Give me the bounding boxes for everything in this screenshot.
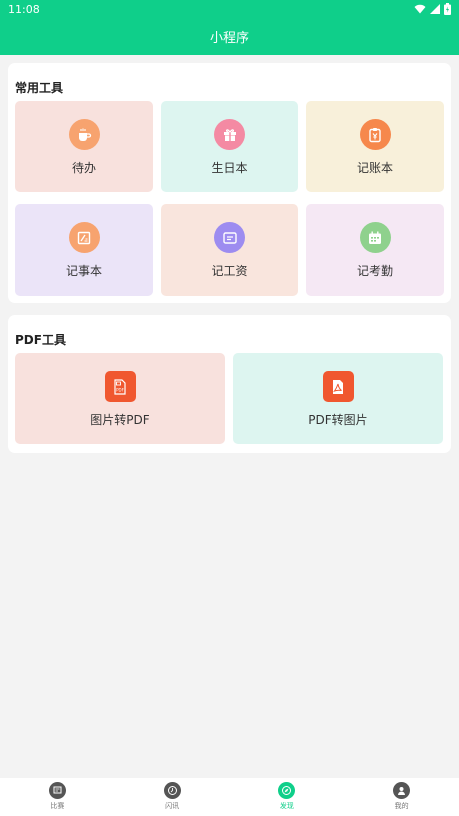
user-icon — [393, 782, 411, 799]
tool-ledger[interactable]: 记账本 — [306, 101, 444, 192]
tool-label: 记考勤 — [356, 264, 393, 278]
common-tools-card: 常用工具 待办 生日本 记账本 记事本 记工资 记考勤 — [8, 63, 451, 303]
nav-item-news[interactable]: 闪讯 — [115, 778, 230, 816]
status-time: 11:08 — [8, 3, 40, 16]
tool-label: 待办 — [71, 161, 96, 175]
signal-icon — [430, 4, 440, 14]
pdf-tools-card: PDF工具 PDF 图片转PDF PDF转图片 — [8, 315, 451, 453]
wallet-icon — [214, 222, 245, 253]
tool-salary[interactable]: 记工资 — [161, 204, 298, 296]
tool-label: 图片转PDF — [90, 413, 150, 427]
nav-label: 比赛 — [50, 802, 65, 810]
nav-label: 闪讯 — [165, 802, 180, 810]
compass-icon — [278, 782, 296, 799]
tool-label: 记账本 — [356, 161, 393, 175]
tool-attendance[interactable]: 记考勤 — [306, 204, 444, 296]
bottom-nav: 比赛 闪讯 发现 我的 — [0, 778, 459, 816]
ledger-icon — [359, 119, 391, 150]
app-header: 11:08 小程序 — [0, 0, 459, 55]
nav-item-profile[interactable]: 我的 — [344, 778, 459, 816]
clock-icon — [163, 782, 181, 799]
tool-label: 记工资 — [211, 264, 248, 278]
notebook-icon — [68, 222, 100, 253]
trophy-icon — [48, 782, 66, 799]
tool-label: 生日本 — [211, 161, 248, 175]
image-to-pdf-icon: PDF — [104, 371, 136, 402]
tool-notebook[interactable]: 记事本 — [15, 204, 153, 296]
calendar-icon — [359, 222, 391, 253]
battery-icon — [444, 3, 451, 15]
wifi-icon — [414, 4, 426, 14]
tool-label: PDF转图片 — [308, 413, 368, 427]
gift-icon — [214, 119, 245, 150]
coffee-icon — [68, 119, 100, 150]
tool-image-to-pdf[interactable]: PDF 图片转PDF — [15, 353, 225, 444]
pdf-file-icon — [322, 371, 354, 402]
tool-todo[interactable]: 待办 — [15, 101, 153, 192]
nav-item-match[interactable]: 比赛 — [0, 778, 115, 816]
nav-label: 发现 — [279, 802, 294, 810]
tool-pdf-to-image[interactable]: PDF转图片 — [233, 353, 443, 444]
page-title: 小程序 — [209, 31, 249, 46]
nav-label: 我的 — [394, 802, 409, 810]
tool-label: 记事本 — [65, 264, 102, 278]
section-title-common-tools: 常用工具 — [15, 81, 64, 95]
section-title-pdf-tools: PDF工具 — [15, 333, 66, 347]
status-icons — [414, 2, 451, 16]
svg-text:PDF: PDF — [116, 387, 124, 392]
nav-item-discover[interactable]: 发现 — [230, 778, 345, 816]
tool-birthday-book[interactable]: 生日本 — [161, 101, 298, 192]
